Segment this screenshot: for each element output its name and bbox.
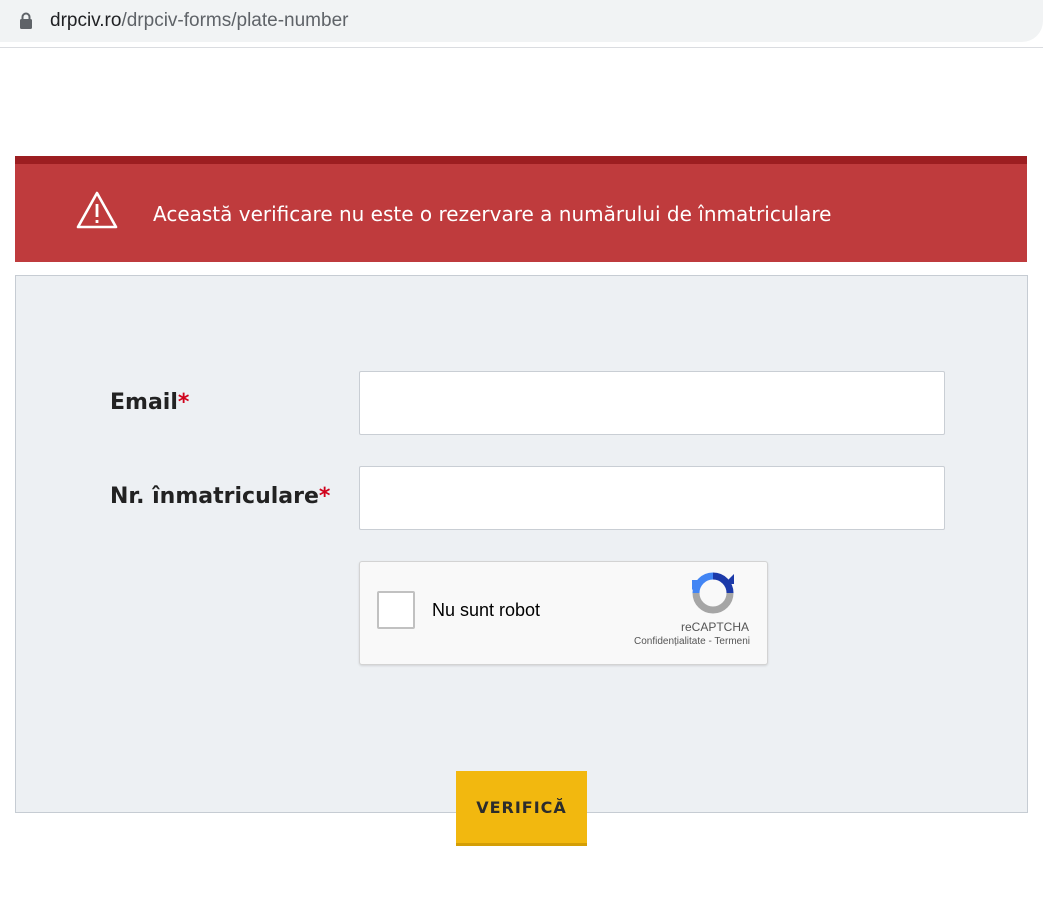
url-text[interactable]: drpciv.ro/drpciv-forms/plate-number [50, 10, 348, 32]
email-input[interactable] [359, 371, 945, 435]
recaptcha-label: Nu sunt robot [432, 600, 541, 620]
email-label-text: Email [110, 390, 178, 415]
alert-message: Această verificare nu este o rezervare a… [153, 202, 832, 226]
plate-check-form: Email* Nr. înmatriculare* Nu sunt robot … [15, 275, 1028, 813]
lock-icon [20, 12, 32, 29]
recaptcha-checkbox[interactable] [377, 591, 415, 629]
url-field[interactable]: drpciv.ro/drpciv-forms/plate-number [0, 0, 1043, 42]
plate-number-label-text: Nr. înmatriculare [110, 484, 319, 509]
email-label: Email* [110, 390, 189, 415]
plate-number-label: Nr. înmatriculare* [110, 484, 330, 509]
url-host: drpciv.ro [50, 10, 122, 31]
recaptcha-brand: reCAPTCHA [680, 620, 749, 634]
recaptcha-widget: Nu sunt robot reCAPTCHA Confidențialitat… [359, 561, 768, 665]
plate-number-input[interactable] [359, 466, 945, 530]
warning-alert: Această verificare nu este o rezervare a… [15, 156, 1027, 262]
warning-triangle-icon [76, 191, 118, 229]
recaptcha-links: Confidențialitate - Termeni [634, 636, 750, 647]
verify-button[interactable]: VERIFICĂ [456, 771, 587, 846]
required-asterisk: * [177, 390, 190, 415]
recaptcha-logo-icon [692, 572, 734, 614]
required-asterisk: * [318, 484, 331, 509]
privacy-link[interactable]: Confidențialitate [634, 636, 706, 647]
url-path: /drpciv-forms/plate-number [121, 10, 349, 31]
browser-address-bar: drpciv.ro/drpciv-forms/plate-number [0, 0, 1043, 48]
terms-link[interactable]: Termeni [714, 636, 750, 647]
